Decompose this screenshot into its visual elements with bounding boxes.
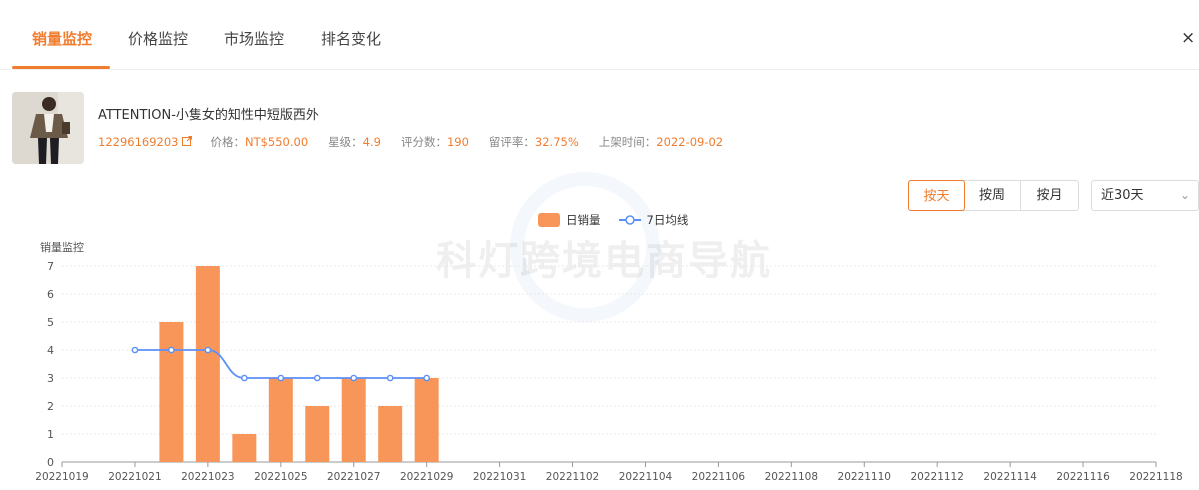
x-tick-label: 20221023 xyxy=(181,471,234,483)
line-point xyxy=(204,346,212,354)
line-point xyxy=(386,374,394,382)
legend-line-swatch[interactable] xyxy=(618,214,641,226)
x-tick-label: 20221104 xyxy=(619,471,673,483)
price-label: 价格： xyxy=(210,135,245,149)
x-tick-label: 20221110 xyxy=(838,471,891,483)
reviews-label: 评分数： xyxy=(400,135,447,149)
date-range-value: 近30天 xyxy=(1101,188,1144,203)
y-tick-label: 1 xyxy=(47,428,54,441)
line-point xyxy=(241,374,248,382)
product-title: ATTENTION-小隻女的知性中短版西外 xyxy=(98,108,319,123)
bar-daily-sales xyxy=(268,378,293,462)
legend-7day-avg-label: 7日均线 xyxy=(646,213,689,227)
x-tick-label: 20221116 xyxy=(1056,471,1110,483)
by-week-button[interactable]: 按周 xyxy=(964,181,1021,210)
external-link-icon[interactable] xyxy=(182,135,193,149)
y-tick-label: 2 xyxy=(47,400,54,413)
x-tick-label: 20221112 xyxy=(910,471,963,483)
x-tick-label: 20221106 xyxy=(692,471,746,483)
line-point xyxy=(313,374,321,382)
x-tick-label: 20221021 xyxy=(108,471,161,483)
line-point xyxy=(277,374,285,382)
tab-price-monitor[interactable]: 价格监控 xyxy=(128,28,188,49)
x-tick-label: 20221031 xyxy=(473,471,526,483)
line-point xyxy=(423,374,430,382)
sales-chart: 0 1 2 3 4 5 6 7 20221019 20221021 20221023 20221025… xyxy=(35,260,1182,483)
tab-ranking-change[interactable]: 排名变化 xyxy=(321,28,381,49)
by-month-button[interactable]: 按月 xyxy=(1021,181,1078,210)
product-thumbnail xyxy=(12,92,84,164)
by-day-button[interactable]: 按天 xyxy=(908,180,965,211)
legend-daily-sales-label: 日销量 xyxy=(566,213,601,227)
bar-daily-sales xyxy=(341,378,366,462)
bar-daily-sales xyxy=(378,406,403,462)
chart-legend: 日销量 7日均线 xyxy=(538,212,688,228)
granularity-toggle: 按天 按周 按月 xyxy=(908,180,1079,211)
bar-daily-sales xyxy=(232,434,257,462)
bar-daily-sales xyxy=(195,266,220,462)
line-point xyxy=(168,346,175,354)
x-tick-label: 20221102 xyxy=(546,471,599,483)
y-tick-label: 5 xyxy=(47,316,54,329)
y-tick-label: 3 xyxy=(47,372,54,385)
tab-sales-monitor[interactable]: 销量监控 xyxy=(32,28,92,49)
reviews-value: 190 xyxy=(446,135,469,149)
x-tick-label: 20221029 xyxy=(400,471,453,483)
listed-date-value: 2022-09-02 xyxy=(656,135,724,149)
x-tick-label: 20221019 xyxy=(35,471,88,483)
product-id-link[interactable]: 12296169203 xyxy=(98,135,178,149)
y-tick-label: 6 xyxy=(47,288,54,301)
active-tab-indicator xyxy=(12,66,110,69)
date-range-select[interactable]: 近30天 ⌄ xyxy=(1091,180,1199,211)
price-value: NT$550.00 xyxy=(244,135,309,149)
bar-daily-sales xyxy=(305,406,330,462)
x-tick-label: 20221108 xyxy=(765,471,818,483)
x-tick-label: 20221025 xyxy=(254,471,307,483)
line-point xyxy=(131,346,139,354)
x-tick-label: 20221027 xyxy=(327,471,380,483)
product-meta: 12296169203 价格： NT$550.00 星级： 4.9 评分数： 1… xyxy=(98,134,743,150)
x-tick-label: 20221114 xyxy=(983,471,1037,483)
rating-value: 4.9 xyxy=(362,135,381,149)
bar-daily-sales xyxy=(159,322,184,462)
tab-market-monitor[interactable]: 市场监控 xyxy=(224,28,284,49)
chevron-down-icon: ⌄ xyxy=(1179,188,1190,202)
tab-bar: 销量监控 价格监控 市场监控 排名变化 xyxy=(0,0,1199,70)
review-rate-label: 留评率： xyxy=(488,135,535,149)
bar-daily-sales xyxy=(414,378,439,462)
rating-label: 星级： xyxy=(328,135,363,149)
line-point xyxy=(350,374,358,382)
review-rate-value: 32.75% xyxy=(534,135,579,149)
listed-date-label: 上架时间： xyxy=(598,135,657,149)
close-icon[interactable]: × xyxy=(1181,28,1195,48)
x-tick-label: 20221118 xyxy=(1129,471,1182,483)
y-tick-label: 4 xyxy=(47,344,54,357)
y-tick-label: 7 xyxy=(47,260,54,273)
legend-bar-swatch[interactable] xyxy=(538,213,560,227)
y-tick-label: 0 xyxy=(47,456,54,469)
